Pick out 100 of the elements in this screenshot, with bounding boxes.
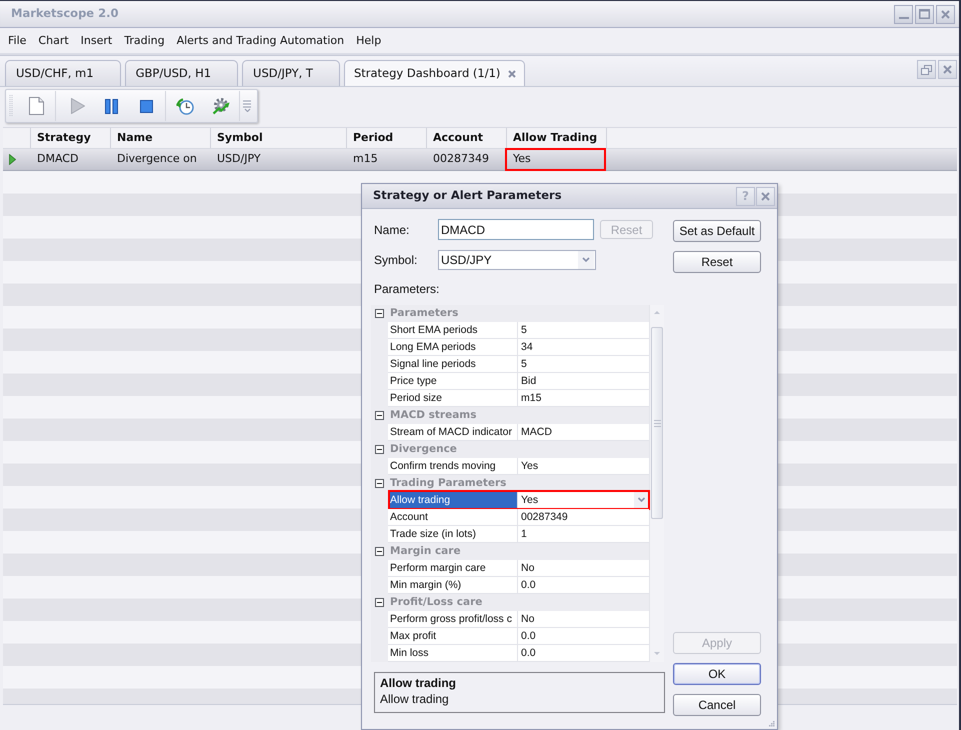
play-icon — [71, 98, 85, 114]
group-title: Profit/Loss care — [389, 594, 482, 610]
dialog-title: Strategy or Alert Parameters — [373, 187, 562, 204]
parameter-value: m15 — [518, 390, 649, 407]
menu-item[interactable]: Insert — [74, 32, 118, 48]
chevron-down-icon[interactable] — [634, 492, 649, 508]
restore-button[interactable] — [917, 60, 936, 79]
parameter-value: 1 — [518, 526, 649, 543]
stop-icon — [140, 100, 152, 112]
menu-item[interactable]: File — [2, 32, 32, 48]
group-title: Margin care — [389, 544, 461, 559]
menu-item[interactable]: Chart — [32, 32, 75, 48]
collapse-icon[interactable] — [375, 598, 384, 607]
set-default-button[interactable]: Set as Default — [673, 220, 761, 242]
table-cell-text: Yes — [513, 151, 531, 168]
collapse-icon[interactable] — [375, 547, 384, 556]
column-header[interactable]: Symbol — [211, 128, 347, 148]
symbol-select[interactable]: USD/JPY — [438, 250, 596, 270]
dialog-button[interactable]: OK — [673, 663, 761, 685]
parameter-value: 5 — [518, 322, 649, 339]
section-label: Parameters: — [373, 282, 440, 296]
minimize-button[interactable] — [894, 4, 913, 24]
parameter-name[interactable]: Max profit — [388, 628, 518, 645]
parameter-name[interactable]: Signal line periods — [388, 356, 518, 373]
parameter-name[interactable]: Short EMA periods — [388, 322, 518, 339]
parameter-name[interactable]: Allow trading — [388, 492, 518, 509]
table-cell-text: Divergence on — [117, 151, 197, 168]
column-header[interactable]: Allow Trading — [507, 128, 607, 148]
dialog-button[interactable]: Cancel — [673, 694, 761, 716]
parameter-value: Bid — [518, 373, 649, 390]
parameter-value: 34 — [518, 339, 649, 356]
close-button[interactable] — [936, 4, 955, 24]
tab[interactable]: USD/JPY, T — [242, 60, 340, 86]
table-cell-text: DMACD — [37, 151, 78, 168]
parameter-name[interactable]: Period size — [388, 390, 518, 407]
table-cell-text: m15 — [353, 151, 378, 168]
close-icon[interactable] — [508, 70, 516, 78]
parameter-name[interactable]: Stream of MACD indicator — [388, 424, 518, 441]
close-icon — [943, 65, 952, 74]
overflow-icon[interactable] — [243, 100, 252, 112]
parameter-name[interactable]: Perform gross profit/loss c — [388, 611, 518, 628]
field-label: Symbol: — [373, 252, 418, 269]
collapse-icon[interactable] — [375, 479, 384, 488]
column-header[interactable]: Strategy — [31, 128, 111, 148]
value-dropdown[interactable]: Yes — [518, 492, 649, 509]
collapse-icon[interactable] — [375, 445, 384, 454]
description-text: Allow trading — [380, 691, 450, 707]
parameter-value: 0.0 — [518, 577, 649, 594]
parameter-value: Yes — [518, 458, 649, 475]
parameter-name[interactable]: Confirm trends moving — [388, 458, 518, 475]
parameter-value: No — [518, 560, 649, 577]
group-title: Trading Parameters — [389, 476, 506, 491]
tab[interactable]: GBP/USD, H1 — [124, 60, 238, 86]
menu-item[interactable]: Help — [350, 32, 388, 48]
column-header[interactable]: Period — [347, 128, 427, 148]
name-field[interactable]: DMACD — [438, 219, 594, 240]
group-title: MACD streams — [389, 408, 476, 423]
resize-grip-icon[interactable] — [769, 721, 775, 727]
minimize-icon — [898, 16, 908, 18]
chevron-down-icon[interactable] — [578, 251, 594, 269]
parameter-value: 0.0 — [518, 628, 649, 645]
parameter-name[interactable]: Long EMA periods — [388, 339, 518, 356]
column-header[interactable]: Account — [427, 128, 507, 148]
parameter-name[interactable]: Min margin (%) — [388, 577, 518, 594]
scrollbar-thumb[interactable] — [651, 327, 663, 519]
restore-icon — [921, 64, 932, 74]
parameter-value: 00287349 — [518, 509, 649, 526]
tab[interactable]: USD/CHF, m1 — [5, 60, 121, 86]
parameter-value: MACD — [518, 424, 649, 441]
field-label: Name: — [373, 222, 410, 238]
parameter-name[interactable]: Price type — [388, 373, 518, 390]
table-row[interactable]: DMACD Divergence on USD/JPY m15 00287349 Yes — [3, 149, 957, 171]
pause-icon — [104, 98, 118, 114]
table-cell-text: 00287349 — [433, 151, 489, 168]
column-header[interactable]: Name — [111, 128, 211, 148]
close-button[interactable] — [756, 186, 775, 206]
parameter-value: No — [518, 611, 649, 628]
menu-item[interactable]: Alerts and Trading Automation — [170, 32, 350, 48]
parameter-name[interactable]: Trade size (in lots) — [388, 526, 518, 543]
tab[interactable]: Strategy Dashboard (1/1) — [344, 60, 526, 86]
close-button[interactable] — [938, 60, 957, 79]
parameter-name[interactable]: Account — [388, 509, 518, 526]
window-title: Marketscope 2.0 — [11, 5, 118, 22]
close-icon — [761, 192, 770, 200]
maximize-button[interactable] — [915, 4, 934, 24]
description-title: Allow trading — [380, 675, 457, 691]
reset-button[interactable]: Reset — [673, 251, 761, 273]
parameter-name[interactable]: Min loss — [388, 645, 518, 662]
parameter-name[interactable]: Perform margin care — [388, 560, 518, 577]
gear-icon — [212, 97, 230, 115]
maximize-icon — [919, 9, 930, 19]
close-icon — [941, 10, 950, 18]
table-cell-text: USD/JPY — [217, 151, 261, 168]
collapse-icon[interactable] — [375, 411, 384, 420]
drag-handle-icon[interactable] — [9, 95, 14, 117]
document-icon — [28, 97, 44, 115]
collapse-icon[interactable] — [375, 309, 384, 318]
parameter-value: 0.0 — [518, 645, 649, 662]
clock-icon — [176, 97, 194, 115]
menu-item[interactable]: Trading — [118, 32, 171, 48]
